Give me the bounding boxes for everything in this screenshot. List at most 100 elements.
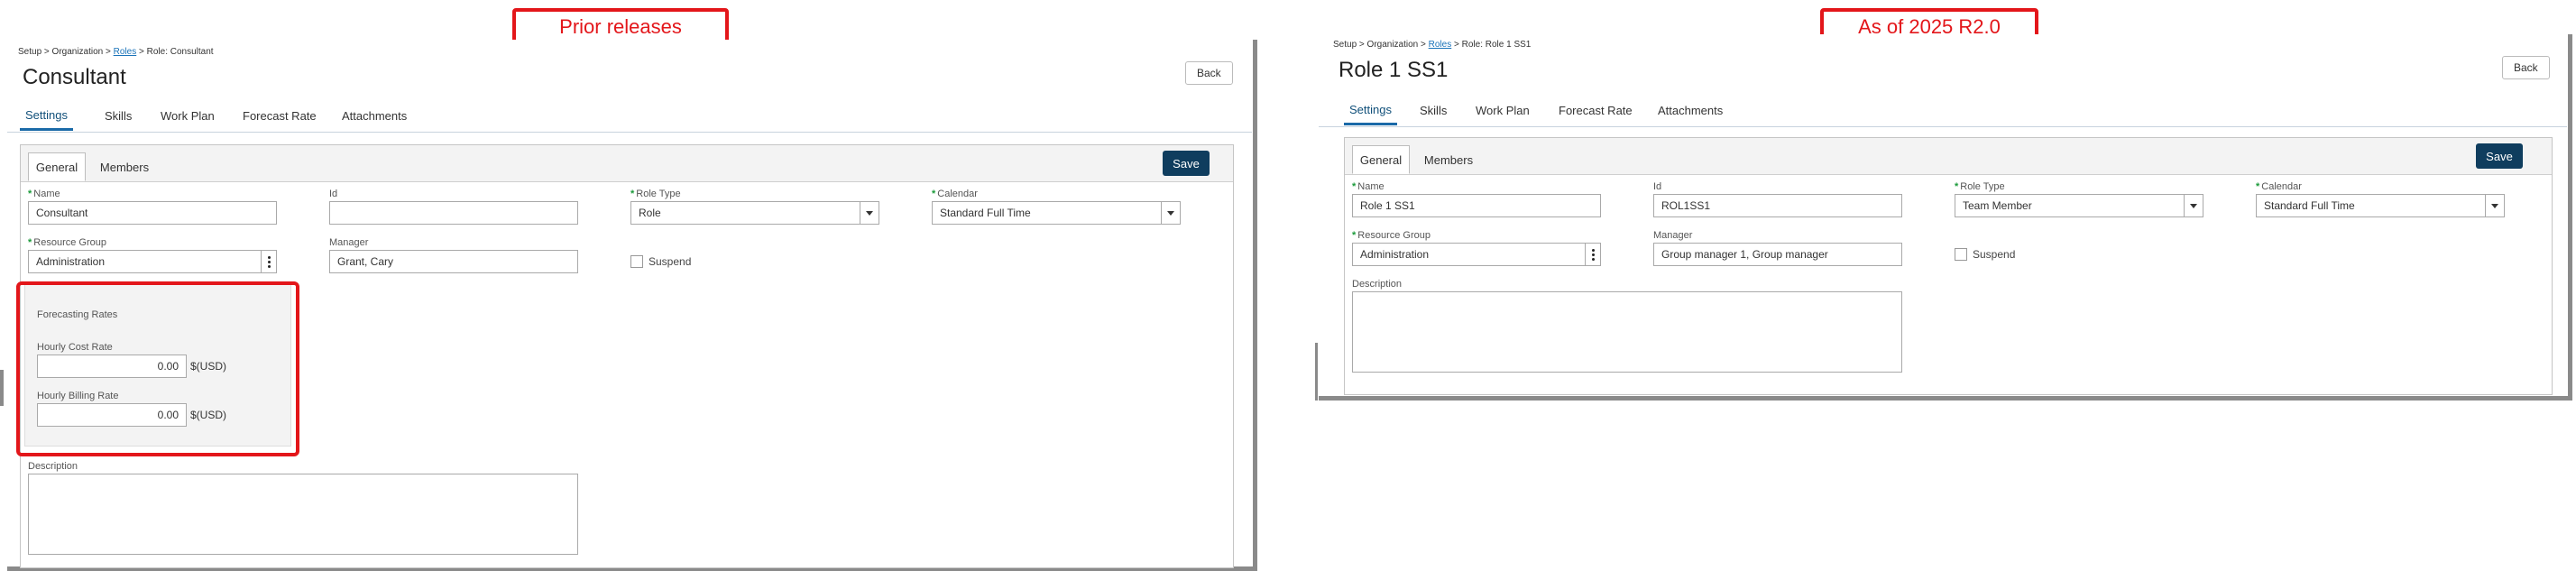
id-field[interactable]: ROL1SS1 <box>1653 194 1902 217</box>
subtab-general[interactable]: General <box>28 152 86 181</box>
tab-skills[interactable]: Skills <box>105 101 132 131</box>
breadcrumb-separator: > <box>41 47 52 57</box>
required-marker: * <box>1352 230 1357 241</box>
required-marker: * <box>28 237 32 248</box>
resource-group-label-text: Resource Group <box>33 237 106 248</box>
tab-forecast-rate[interactable]: Forecast Rate <box>1559 96 1633 125</box>
breadcrumb-separator: > <box>1418 40 1429 50</box>
role-type-select[interactable]: Team Member <box>1955 194 2203 217</box>
suspend-label: Suspend <box>649 255 692 268</box>
resource-group-label: * Resource Group <box>28 237 106 248</box>
role-type-label-text: Role Type <box>636 189 681 199</box>
subtab-general[interactable]: General <box>1352 145 1410 174</box>
required-marker: * <box>1955 181 1959 192</box>
manager-label: Manager <box>329 237 369 248</box>
description-field[interactable] <box>28 474 578 555</box>
calendar-label-text: Calendar <box>2261 181 2302 192</box>
breadcrumb-setup[interactable]: Setup <box>18 47 41 57</box>
description-label: Description <box>28 461 78 472</box>
tab-work-plan[interactable]: Work Plan <box>1476 96 1530 125</box>
name-label-text: Name <box>33 189 60 199</box>
name-label: * Name <box>28 189 60 199</box>
tab-settings[interactable]: Settings <box>1344 96 1397 125</box>
main-tabs: Settings Skills Work Plan Forecast Rate … <box>1319 96 2567 127</box>
more-options-icon[interactable] <box>261 251 276 272</box>
breadcrumb-roles-link[interactable]: Roles <box>114 47 137 57</box>
role-type-value: Team Member <box>1963 199 2032 212</box>
manager-field[interactable]: Grant, Cary <box>329 250 578 273</box>
tab-forecast-rate[interactable]: Forecast Rate <box>243 101 317 131</box>
chevron-down-icon[interactable] <box>2485 195 2504 216</box>
calendar-select[interactable]: Standard Full Time <box>932 201 1181 225</box>
left-window-edge <box>0 370 4 406</box>
breadcrumb-organization[interactable]: Organization <box>1367 40 1419 50</box>
calendar-value: Standard Full Time <box>940 207 1031 219</box>
tab-attachments[interactable]: Attachments <box>342 101 407 131</box>
resource-group-value: Administration <box>36 255 106 268</box>
breadcrumb-current: Role: Consultant <box>146 47 214 57</box>
chevron-down-icon[interactable] <box>860 202 879 224</box>
suspend-checkbox[interactable] <box>1955 248 1967 261</box>
calendar-label: * Calendar <box>932 189 978 199</box>
required-marker: * <box>630 189 635 199</box>
breadcrumb-roles-link[interactable]: Roles <box>1429 40 1452 50</box>
window-shadow <box>1319 396 2572 401</box>
tab-work-plan[interactable]: Work Plan <box>161 101 215 131</box>
resource-group-field[interactable]: Administration <box>28 250 277 273</box>
main-tabs: Settings Skills Work Plan Forecast Rate … <box>7 101 1252 133</box>
name-label-text: Name <box>1357 181 1385 192</box>
page-title: Role 1 SS1 <box>1339 58 1449 82</box>
name-field[interactable]: Role 1 SS1 <box>1352 194 1601 217</box>
calendar-select[interactable]: Standard Full Time <box>2256 194 2505 217</box>
subtabs-bar <box>21 145 1233 182</box>
tab-skills[interactable]: Skills <box>1420 96 1447 125</box>
id-field[interactable] <box>329 201 578 225</box>
id-label: Id <box>329 189 338 199</box>
manager-label: Manager <box>1653 230 1693 241</box>
subtabs-bar <box>1345 138 2552 175</box>
breadcrumb-setup[interactable]: Setup <box>1333 40 1357 50</box>
window-shadow <box>2568 34 2572 401</box>
breadcrumb: Setup > Organization > Roles > Role: Con… <box>18 47 214 57</box>
role-type-label: * Role Type <box>630 189 681 199</box>
back-button[interactable]: Back <box>1185 61 1233 85</box>
required-marker: * <box>932 189 936 199</box>
breadcrumb-organization[interactable]: Organization <box>52 47 104 57</box>
required-marker: * <box>28 189 32 199</box>
settings-panel: General Members Save * Name Role 1 SS1 Id… <box>1344 137 2553 395</box>
chevron-down-icon[interactable] <box>1161 202 1180 224</box>
back-button[interactable]: Back <box>2502 56 2550 79</box>
save-button[interactable]: Save <box>2476 143 2523 169</box>
calendar-value: Standard Full Time <box>2264 199 2355 212</box>
subtab-members[interactable]: Members <box>93 152 156 181</box>
save-button[interactable]: Save <box>1163 151 1210 176</box>
right-role-window: Setup > Organization > Roles > Role: Rol… <box>1319 34 2572 401</box>
breadcrumb-separator: > <box>1451 40 1462 50</box>
forecasting-rates-highlight <box>16 281 299 456</box>
suspend-label: Suspend <box>1973 248 2016 261</box>
calendar-label: * Calendar <box>2256 181 2302 192</box>
name-field[interactable]: Consultant <box>28 201 277 225</box>
name-label: * Name <box>1352 181 1385 192</box>
tab-attachments[interactable]: Attachments <box>1658 96 1723 125</box>
required-marker: * <box>2256 181 2260 192</box>
manager-field[interactable]: Group manager 1, Group manager <box>1653 243 1902 266</box>
role-type-value: Role <box>639 207 661 219</box>
chevron-down-icon[interactable] <box>2184 195 2203 216</box>
description-field[interactable] <box>1352 291 1902 373</box>
tab-settings[interactable]: Settings <box>20 101 73 131</box>
window-shadow <box>1253 40 1257 571</box>
required-marker: * <box>1352 181 1357 192</box>
breadcrumb-separator: > <box>1357 40 1367 50</box>
more-options-icon[interactable] <box>1585 244 1600 265</box>
role-type-select[interactable]: Role <box>630 201 879 225</box>
suspend-checkbox[interactable] <box>630 255 643 268</box>
right-window-edge <box>1315 343 1318 401</box>
breadcrumb-separator: > <box>136 47 147 57</box>
resource-group-field[interactable]: Administration <box>1352 243 1601 266</box>
breadcrumb-separator: > <box>103 47 114 57</box>
resource-group-value: Administration <box>1360 248 1430 261</box>
subtab-members[interactable]: Members <box>1417 145 1480 174</box>
id-label: Id <box>1653 181 1662 192</box>
resource-group-label-text: Resource Group <box>1357 230 1431 241</box>
